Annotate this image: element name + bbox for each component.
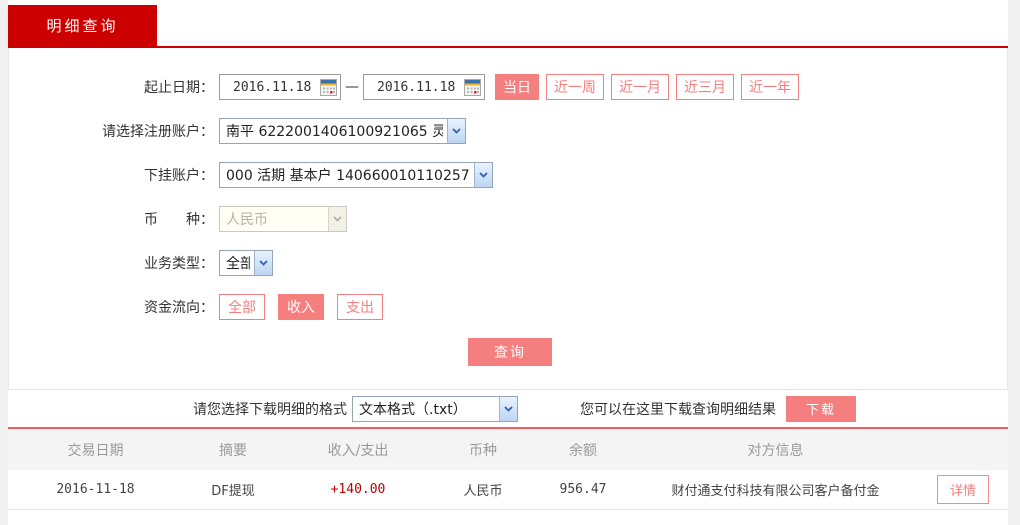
cell-balance: 956.47: [533, 482, 633, 497]
detail-button[interactable]: 详情: [937, 475, 989, 504]
currency-value: 人民币: [220, 209, 268, 229]
download-format-select[interactable]: 文本格式（.txt）: [352, 396, 518, 422]
date-to-input[interactable]: 2016.11.18: [363, 74, 485, 100]
currency-select: 人民币: [219, 206, 347, 232]
header-balance: 余额: [533, 440, 633, 460]
quick-range-year-button[interactable]: 近一年: [741, 74, 799, 100]
quick-range-month-button[interactable]: 近一月: [611, 74, 669, 100]
tab-label: 明细查询: [46, 15, 118, 36]
date-to-value: 2016.11.18: [364, 80, 455, 95]
fund-flow-row: 资金流向： 全部 收入 支出: [9, 294, 1007, 320]
query-form: 起止日期： 2016.11.18 —: [8, 48, 1008, 390]
table-row: 2016-11-18 DF提现 +140.00 人民币 956.47 财付通支付…: [8, 470, 1008, 510]
quick-range-week-button[interactable]: 近一周: [546, 74, 604, 100]
cell-income-expense: +140.00: [283, 482, 433, 497]
sub-account-label: 下挂账户：: [9, 165, 214, 185]
business-type-row: 业务类型： 全部: [9, 250, 1007, 276]
chevron-down-icon[interactable]: [499, 397, 517, 421]
registered-account-value: 南平 6222001406100921065 灵通卡: [220, 121, 443, 141]
registered-account-select[interactable]: 南平 6222001406100921065 灵通卡: [219, 118, 466, 144]
header-income-expense: 收入/支出: [283, 440, 433, 460]
fund-flow-label: 资金流向：: [9, 297, 214, 317]
header-counterparty: 对方信息: [633, 440, 918, 460]
sub-account-select[interactable]: 000 活期 基本户 1406600101102571848: [219, 162, 493, 188]
currency-row: 币 种： 人民币: [9, 206, 1007, 232]
date-range-row: 起止日期： 2016.11.18 —: [9, 74, 1007, 100]
cell-counterparty: 财付通支付科技有限公司客户备付金: [633, 480, 918, 499]
query-button[interactable]: 查询: [468, 338, 552, 366]
sub-account-value: 000 活期 基本户 1406600101102571848: [220, 165, 470, 185]
date-range-label: 起止日期：: [9, 77, 214, 97]
download-format-value: 文本格式（.txt）: [353, 399, 467, 419]
download-hint: 您可以在这里下载查询明细结果: [580, 399, 776, 419]
fund-flow-expense-button[interactable]: 支出: [337, 294, 383, 320]
header-summary: 摘要: [183, 440, 283, 460]
cell-trade-date: 2016-11-18: [8, 482, 183, 497]
registered-account-row: 请选择注册账户： 南平 6222001406100921065 灵通卡: [9, 118, 1007, 144]
cell-summary: DF提现: [183, 480, 283, 499]
registered-account-label: 请选择注册账户：: [9, 121, 214, 141]
header-trade-date: 交易日期: [8, 440, 183, 460]
calendar-icon[interactable]: [320, 79, 337, 96]
tab-detail-query[interactable]: 明细查询: [8, 5, 157, 46]
chevron-down-icon: [328, 207, 346, 231]
quick-range-today-button[interactable]: 当日: [495, 74, 539, 100]
date-from-value: 2016.11.18: [220, 80, 311, 95]
business-type-value: 全部: [220, 253, 250, 273]
header-currency: 币种: [433, 440, 533, 460]
sub-account-row: 下挂账户： 000 活期 基本户 1406600101102571848: [9, 162, 1007, 188]
business-type-select[interactable]: 全部: [219, 250, 273, 276]
content-panel: 明细查询 起止日期： 2016.11.18: [8, 0, 1008, 525]
quick-range-quarter-button[interactable]: 近三月: [676, 74, 734, 100]
calendar-icon[interactable]: [464, 79, 481, 96]
download-button[interactable]: 下载: [786, 396, 856, 422]
date-range-separator: —: [341, 79, 363, 95]
download-format-label: 请您选择下载明细的格式: [193, 399, 347, 419]
date-from-input[interactable]: 2016.11.18: [219, 74, 341, 100]
cell-currency: 人民币: [433, 480, 533, 499]
fund-flow-income-button[interactable]: 收入: [278, 294, 324, 320]
currency-label: 币 种：: [9, 209, 214, 229]
chevron-down-icon[interactable]: [254, 251, 272, 275]
business-type-label: 业务类型：: [9, 253, 214, 273]
chevron-down-icon[interactable]: [474, 163, 492, 187]
download-row: 请您选择下载明细的格式 文本格式（.txt） 您可以在这里下载查询明细结果 下载: [8, 390, 1008, 427]
table-header-row: 交易日期 摘要 收入/支出 币种 余额 对方信息: [8, 429, 1008, 470]
result-table: 交易日期 摘要 收入/支出 币种 余额 对方信息 2016-11-18 DF提现…: [8, 427, 1008, 510]
chevron-down-icon[interactable]: [447, 119, 465, 143]
fund-flow-all-button[interactable]: 全部: [219, 294, 265, 320]
